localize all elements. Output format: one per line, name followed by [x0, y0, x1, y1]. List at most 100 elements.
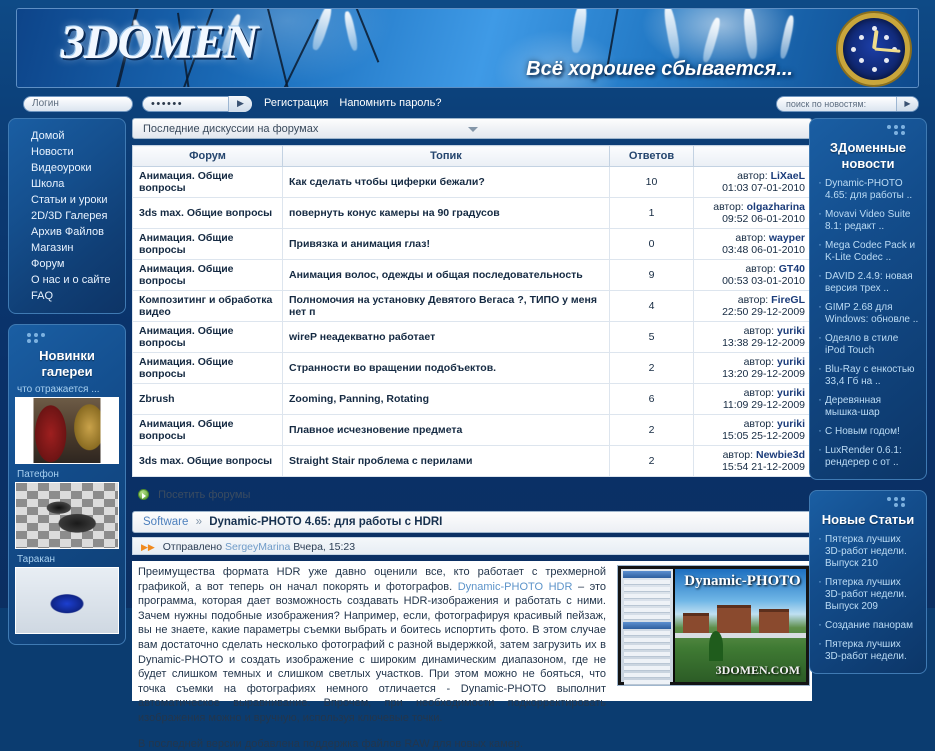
cell-forum[interactable]: Композитинг и обработка видео [132, 290, 283, 322]
cell-topic[interactable]: Привязка и анимация глаз! [282, 228, 610, 260]
sidebar-item-5[interactable]: Статьи и уроки [9, 192, 125, 208]
author-link[interactable]: yuriki [777, 387, 805, 399]
table-row[interactable]: Анимация. Общие вопросы Плавное исчезнове… [132, 414, 812, 446]
news-search-input[interactable]: поиск по новостям: [786, 97, 866, 111]
article-list-item[interactable]: Создание панорам [817, 618, 919, 632]
table-row[interactable]: Анимация. Общие вопросы Анимация волос, о… [132, 259, 812, 291]
screenshot-canvas: Dynamic-PHOTO 3DOMEN.COM [621, 569, 806, 685]
table-row[interactable]: 3ds max. Общие вопросы повернуть конус ка… [132, 197, 812, 229]
table-row[interactable]: Композитинг и обработка видео Полномочия … [132, 290, 812, 322]
cell-answers: 2 [609, 352, 694, 384]
article-paragraph-1: Преимущества формата HDR уже давно оцени… [138, 565, 606, 726]
post-author-link[interactable]: SergeyMarina [225, 541, 290, 553]
auth-links: Регистрация Напомнить пароль? [264, 97, 449, 109]
post-date: Вчера, 15:23 [293, 541, 356, 553]
table-row[interactable]: Анимация. Общие вопросы Привязка и анимац… [132, 228, 812, 260]
cell-forum[interactable]: Анимация. Общие вопросы [132, 321, 283, 353]
table-row[interactable]: Анимация. Общие вопросы wireP неадекватно… [132, 321, 812, 353]
author-link[interactable]: olgazharina [747, 201, 805, 213]
author-link[interactable]: yuriki [777, 325, 805, 337]
gallery-thumbnail[interactable] [15, 482, 119, 549]
cell-topic[interactable]: Полномочия на установку Девятого Вегаса … [282, 290, 610, 322]
sidebar-item-10[interactable]: О нас и о сайте [9, 272, 125, 288]
cell-topic[interactable]: Плавное исчезновение предмета [282, 414, 610, 446]
table-row[interactable]: 3ds max. Общие вопросы Straight Stair про… [132, 445, 812, 477]
sidebar-item-1[interactable]: Домой [9, 128, 125, 144]
gallery-item-caption[interactable]: Таракан [17, 554, 119, 565]
visit-forums-row[interactable]: Посетить форумы [132, 484, 812, 507]
news-list-item[interactable]: Blu-Ray с енкостью 33,4 Гб на .. [817, 362, 919, 388]
news-search-box[interactable]: поиск по новостям: ▶ [776, 96, 919, 112]
gallery-thumbnail[interactable] [15, 567, 119, 634]
author-link[interactable]: FireGL [771, 294, 805, 306]
cell-forum[interactable]: Анимация. Общие вопросы [132, 228, 283, 260]
cell-topic[interactable]: Straight Stair проблема с перилами [282, 445, 610, 477]
cell-forum[interactable]: 3ds max. Общие вопросы [132, 197, 283, 229]
remind-password-link[interactable]: Напомнить пароль? [339, 97, 441, 109]
news-list-item[interactable]: Одеяло в стиле iPod Touch [817, 331, 919, 357]
cell-forum[interactable]: Анимация. Общие вопросы [132, 259, 283, 291]
search-submit-icon[interactable]: ▶ [896, 97, 918, 111]
news-panel-title-line1: ЗДоменные [829, 140, 907, 155]
post-date: 13:20 29-12-2009 [722, 368, 805, 380]
login-input[interactable]: Логин [23, 96, 133, 112]
news-list-item[interactable]: Movavi Video Suite 8.1: редакт .. [817, 207, 919, 233]
author-link[interactable]: yuriki [777, 418, 805, 430]
news-list-item[interactable]: LuxRender 0.6.1: рендерер с от .. [817, 443, 919, 469]
breadcrumb-section-link[interactable]: Software [143, 516, 188, 528]
author-link[interactable]: LiXaeL [771, 170, 805, 182]
gallery-item-caption[interactable]: Патефон [17, 469, 119, 480]
cell-topic[interactable]: wireP неадекватно работает [282, 321, 610, 353]
news-list-item[interactable]: DAVID 2.4.9: новая версия трех .. [817, 269, 919, 295]
sidebar-item-11[interactable]: FAQ [9, 288, 125, 304]
gallery-thumbnail[interactable] [15, 397, 119, 464]
site-logo[interactable]: 3DOMEN [61, 15, 259, 70]
news-list-item[interactable]: Dynamic-PHOTO 4.65: для работы .. [817, 176, 919, 202]
cell-answers: 4 [609, 290, 694, 322]
sidebar-item-8[interactable]: Магазин [9, 240, 125, 256]
table-row[interactable]: Zbrush Zooming, Panning, Rotating 6 автор: … [132, 383, 812, 415]
sidebar-item-9[interactable]: Форум [9, 256, 125, 272]
cell-topic[interactable]: Как сделать чтобы циферки бежали? [282, 166, 610, 198]
author-link[interactable]: GT40 [779, 263, 805, 275]
cell-forum[interactable]: Zbrush [132, 383, 283, 415]
sidebar-item-4[interactable]: Школа [9, 176, 125, 192]
gallery-item-caption[interactable]: что отражается ... [17, 384, 119, 395]
post-date: 09:52 06-01-2010 [722, 213, 805, 225]
site-banner[interactable]: 3DOMEN Всё хорошее сбывается... [16, 8, 919, 88]
sidebar-item-2[interactable]: Новости [9, 144, 125, 160]
article-product-link[interactable]: Dynamic-PHOTO HDR [458, 581, 573, 593]
sidebar-item-6[interactable]: 2D/3D Галерея [9, 208, 125, 224]
sidebar-item-3[interactable]: Видеоуроки [9, 160, 125, 176]
author-link[interactable]: yuriki [777, 356, 805, 368]
cell-forum[interactable]: Анимация. Общие вопросы [132, 166, 283, 198]
cell-topic[interactable]: Zooming, Panning, Rotating [282, 383, 610, 415]
cell-forum[interactable]: Анимация. Общие вопросы [132, 352, 283, 384]
visit-forums-link[interactable]: Посетить форумы [158, 489, 250, 501]
news-list-item[interactable]: Деревянная мышка-шар [817, 393, 919, 419]
news-list-item[interactable]: С Новым годом! [817, 424, 919, 438]
chevron-down-icon[interactable] [468, 127, 478, 132]
table-row[interactable]: Анимация. Общие вопросы Как сделать чтобы… [132, 166, 812, 198]
left-sidebar: Домой Новости Видеоуроки Школа Статьи и урок… [8, 118, 126, 645]
author-prefix: автор: [735, 232, 766, 244]
article-list-item[interactable]: Пятерка лучших 3D-работ недели. [817, 637, 919, 663]
cell-topic[interactable]: повернуть конус камеры на 90 градусов [282, 197, 610, 229]
cell-topic[interactable]: Анимация волос, одежды и общая последова… [282, 259, 610, 291]
cell-answers: 1 [609, 197, 694, 229]
news-list-item[interactable]: GIMP 2.68 для Windows: обновле .. [817, 300, 919, 326]
article-list-item[interactable]: Пятерка лучших 3D-работ недели. Выпуск 2… [817, 532, 919, 570]
product-screenshot[interactable]: Dynamic-PHOTO 3DOMEN.COM [617, 565, 810, 686]
forum-discussions-dropdown[interactable]: Последние дискуссии на форумах [132, 118, 812, 139]
author-link[interactable]: Newbie3d [756, 449, 805, 461]
sidebar-item-7[interactable]: Архив Файлов [9, 224, 125, 240]
cell-forum[interactable]: 3ds max. Общие вопросы [132, 445, 283, 477]
table-row[interactable]: Анимация. Общие вопросы Странности во вра… [132, 352, 812, 384]
login-submit-icon[interactable]: ▶ [228, 96, 252, 112]
cell-forum[interactable]: Анимация. Общие вопросы [132, 414, 283, 446]
cell-topic[interactable]: Странности во вращении подобъектов. [282, 352, 610, 384]
cell-answers: 0 [609, 228, 694, 260]
register-link[interactable]: Регистрация [264, 97, 328, 109]
news-list-item[interactable]: Mega Codec Pack и K-Lite Codec .. [817, 238, 919, 264]
author-link[interactable]: wayper [769, 232, 805, 244]
